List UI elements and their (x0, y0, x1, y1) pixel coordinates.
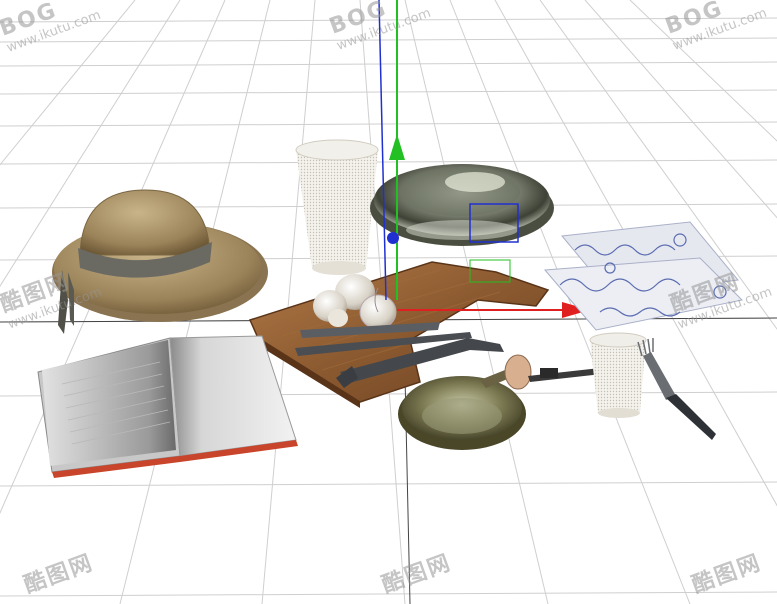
dinner-fork[interactable] (637, 338, 716, 440)
3d-viewport[interactable]: BOG www.ikutu.com BOG www.ikutu.com BOG … (0, 0, 777, 604)
drinking-glass[interactable] (295, 139, 379, 275)
sun-hat[interactable] (52, 189, 268, 334)
viewport-scene[interactable] (0, 0, 777, 604)
y-axis-handle[interactable] (389, 134, 405, 160)
z-axis (378, 0, 387, 301)
corkscrew[interactable] (504, 354, 602, 390)
open-book[interactable] (37, 335, 298, 478)
z-axis-handle[interactable] (387, 232, 399, 244)
small-glass[interactable] (589, 332, 647, 418)
